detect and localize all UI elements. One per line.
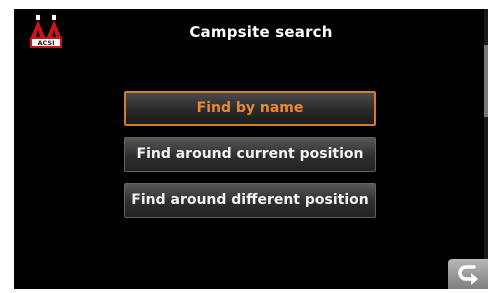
back-button[interactable] [448,259,488,289]
navigation-screen: ACSI Campsite search Find by name Find a… [14,9,488,289]
find-around-current-position-button[interactable]: Find around current position [124,137,376,172]
scrollbar-thumb[interactable] [484,45,488,117]
scrollbar[interactable] [484,9,488,289]
acsi-logo: ACSI [30,15,63,49]
find-by-name-button[interactable]: Find by name [124,91,376,126]
find-around-different-position-button[interactable]: Find around different position [124,183,376,218]
device-frame: ACSI Campsite search Find by name Find a… [0,0,497,293]
page-title: Campsite search [189,23,333,41]
back-arrow-icon [458,265,478,285]
logo-text: ACSI [37,39,54,47]
